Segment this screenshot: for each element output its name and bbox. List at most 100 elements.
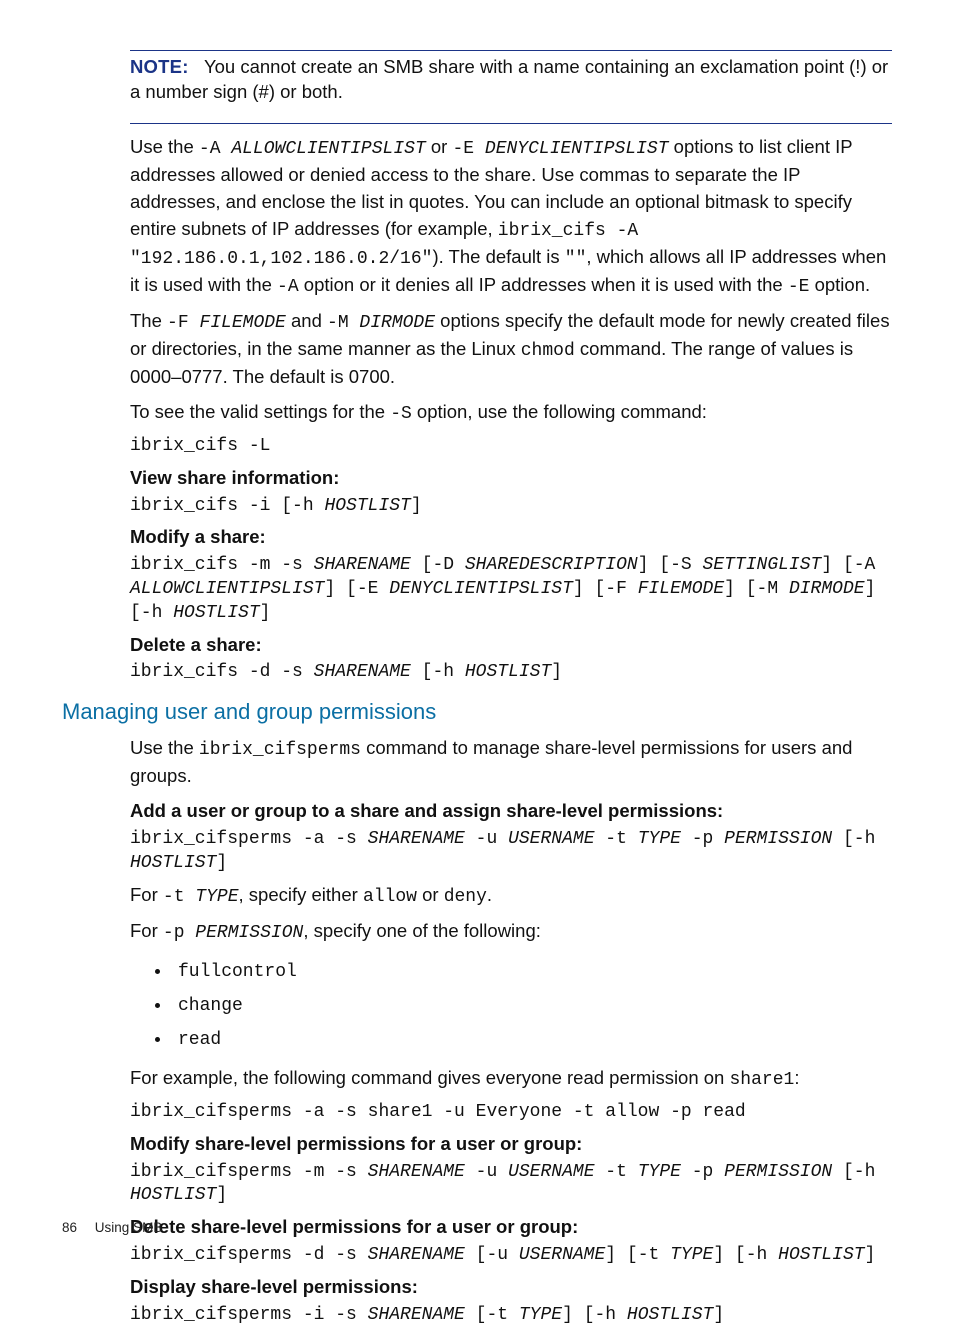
code-italic: HOSTLIST [627,1305,713,1325]
cmd-modify-perm: ibrix_cifsperms -m -s SHARENAME -u USERN… [130,1161,892,1209]
code: "" [565,249,587,269]
code: ] [-F [573,579,638,599]
code-italic: SHARENAME [368,1162,465,1182]
note-rule-bottom [130,123,892,124]
code: ibrix_cifsperms -a -s [130,829,368,849]
text: Use the [130,136,199,157]
code: -t [163,887,195,907]
code: -A [199,139,231,159]
para-allow-deny: Use the -A ALLOWCLIENTIPSLIST or -E DENY… [130,134,892,300]
code: ] [-S [638,555,703,575]
code-italic: FILEMODE [199,313,285,333]
code: ] [260,603,271,623]
code: -A [277,277,299,297]
code: ibrix_cifsperms -m -s [130,1162,368,1182]
code-italic: HOSTLIST [130,853,216,873]
perm-read: read [178,1030,221,1050]
code: -E [788,277,810,297]
note-text: NOTE: You cannot create an SMB share wit… [130,55,892,105]
code-italic: SHARENAME [314,662,411,682]
section-managing-permissions: Managing user and group permissions [62,699,892,725]
text: For [130,884,163,905]
code-italic: TYPE [670,1245,713,1265]
perm-fullcontrol: fullcontrol [178,962,297,982]
code-italic: HOSTLIST [324,496,410,516]
text: The [130,310,167,331]
code-italic: DIRMODE [789,579,865,599]
text: or [426,136,453,157]
cmd-add-user: ibrix_cifsperms -a -s SHARENAME -u USERN… [130,828,892,876]
cmd-view-share: ibrix_cifs -i [-h HOSTLIST] [130,495,892,519]
code: ] [713,1305,724,1325]
page-number: 86 [62,1220,77,1235]
code: ] [216,853,227,873]
code-italic: USERNAME [519,1245,605,1265]
code: ibrix_cifsperms -i -s [130,1305,368,1325]
code: ] [865,1245,876,1265]
list-item: read [172,1022,892,1056]
code-italic: DENYCLIENTIPSLIST [389,579,573,599]
code: -t [595,1162,638,1182]
code-italic: SHARENAME [368,1305,465,1325]
code: -t [595,829,638,849]
code: allow [363,887,417,907]
code: -p [681,1162,724,1182]
text: For [130,920,163,941]
text: ). The default is [432,246,564,267]
text: option or it denies all IP addresses whe… [299,274,788,295]
cmd-delete-perm: ibrix_cifsperms -d -s SHARENAME [-u USER… [130,1244,892,1268]
code-italic: ALLOWCLIENTIPSLIST [231,139,425,159]
code-italic: TYPE [195,887,238,907]
code-italic: HOSTLIST [130,1185,216,1205]
perm-change: change [178,996,243,1016]
code: [-h [832,829,886,849]
code-italic: SHAREDESCRIPTION [465,555,638,575]
heading-delete-share: Delete a share: [130,632,892,658]
para-example: For example, the following command gives… [130,1065,892,1093]
code: [-h [411,662,465,682]
code-italic: FILEMODE [638,579,724,599]
code-italic: PERMISSION [724,1162,832,1182]
code: ] [-E [324,579,389,599]
code-italic: SHARENAME [368,1245,465,1265]
heading-add-user: Add a user or group to a share and assig… [130,798,892,824]
code: -M [327,313,359,333]
para-valid-settings: To see the valid settings for the -S opt… [130,399,892,427]
code: chmod [521,341,575,361]
code: [-h [832,1162,886,1182]
para-t-type: For -t TYPE, specify either allow or den… [130,882,892,910]
code-italic: TYPE [638,829,681,849]
code: ibrix_cifs -d -s [130,662,314,682]
code-italic: HOSTLIST [778,1245,864,1265]
code-italic: TYPE [519,1305,562,1325]
code: ] [-h [713,1245,778,1265]
code: ibrix_cifsperms -d -s [130,1245,368,1265]
footer-title: Using SMB [95,1220,163,1235]
code: ibrix_cifs -m -s [130,555,314,575]
text: : [794,1067,799,1088]
code: share1 [730,1070,795,1090]
code: -u [465,1162,508,1182]
text: Use the [130,737,199,758]
heading-view-share: View share information: [130,465,892,491]
cmd-modify-share: ibrix_cifs -m -s SHARENAME [-D SHAREDESC… [130,554,892,625]
text: To see the valid settings for the [130,401,390,422]
code: ibrix_cifsperms [199,740,361,760]
code-italic: TYPE [638,1162,681,1182]
code: -p [681,829,724,849]
cmd-delete-share: ibrix_cifs -d -s SHARENAME [-h HOSTLIST] [130,661,892,685]
code-italic: SETTINGLIST [703,555,822,575]
page-footer: 86 Using SMB [62,1220,162,1235]
note-box: NOTE: You cannot create an SMB share wit… [130,51,892,123]
heading-modify-perm: Modify share-level permissions for a use… [130,1131,892,1157]
heading-display-perm: Display share-level permissions: [130,1274,892,1300]
text: . [487,884,492,905]
list-item: change [172,988,892,1022]
code-italic: HOSTLIST [465,662,551,682]
code: [-t [465,1305,519,1325]
para-p-permission: For -p PERMISSION, specify one of the fo… [130,918,892,946]
code-italic: SHARENAME [368,829,465,849]
code: [-u [465,1245,519,1265]
text: or [417,884,444,905]
code: [-D [411,555,465,575]
